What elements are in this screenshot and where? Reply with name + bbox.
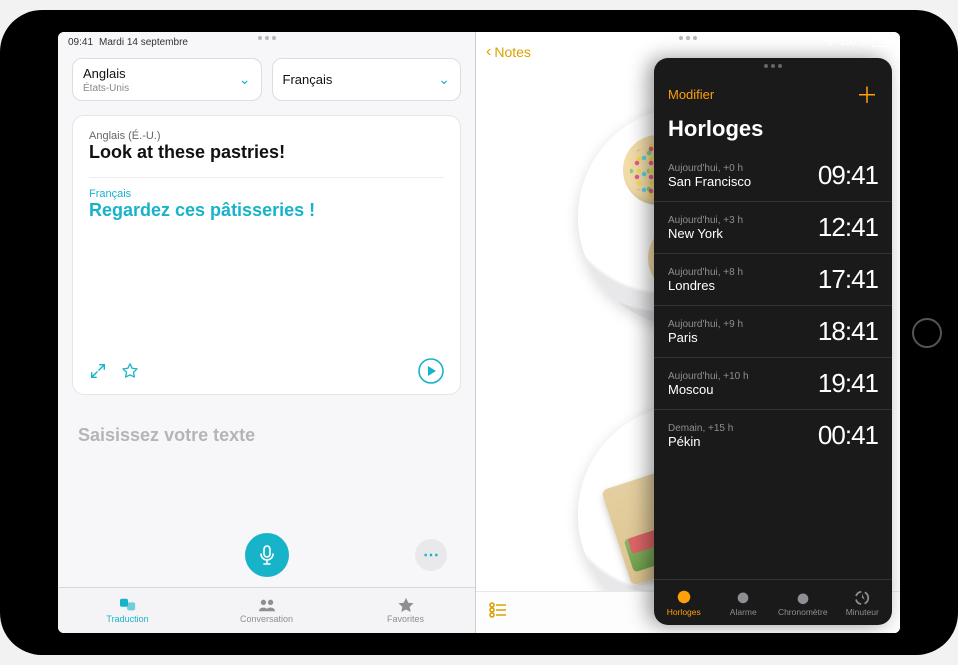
world-clock-row[interactable]: Aujourd'hui, +0 hSan Francisco 09:41 [654, 150, 892, 201]
world-clock-row[interactable]: Aujourd'hui, +9 hParis 18:41 [654, 305, 892, 357]
world-clock-row[interactable]: Demain, +15 hPékin 00:41 [654, 409, 892, 461]
tab-alarme[interactable]: Alarme [714, 580, 774, 625]
slideover-grabber-icon[interactable] [764, 64, 782, 68]
clock-tab-bar: Horloges Alarme Chronomètre Minuteur [654, 579, 892, 625]
favorite-star-icon[interactable] [121, 362, 139, 380]
language-selector-row: Anglais États-Unis ⌄ Français ⌄ [58, 32, 475, 111]
notes-back-label[interactable]: Notes [494, 44, 531, 60]
source-language-name: Anglais [83, 66, 126, 81]
checklist-icon[interactable] [488, 600, 508, 625]
source-language-region: États-Unis [83, 83, 129, 94]
chevron-down-icon: ⌄ [239, 71, 251, 88]
play-audio-button[interactable] [418, 358, 444, 384]
source-text[interactable]: Look at these pastries! [89, 142, 444, 171]
multitasking-dots-icon[interactable] [679, 36, 697, 40]
target-language-name: Français [283, 72, 333, 87]
tab-label: Favorites [387, 614, 424, 624]
clock-city: Moscou [668, 382, 749, 397]
world-clock-row[interactable]: Aujourd'hui, +8 hLondres 17:41 [654, 253, 892, 305]
tab-conversation[interactable]: Conversation [197, 588, 336, 633]
clock-offset: Demain, +15 h [668, 423, 733, 434]
tab-chronometre[interactable]: Chronomètre [773, 580, 833, 625]
clock-edit-button[interactable]: Modifier [668, 87, 714, 102]
clock-time: 18:41 [818, 316, 878, 347]
expand-icon[interactable] [89, 362, 107, 380]
multitasking-dots-icon[interactable] [258, 36, 276, 40]
clock-add-button[interactable]: ＋ [856, 78, 878, 110]
clock-city: Londres [668, 278, 743, 293]
home-button[interactable] [912, 318, 942, 348]
back-chevron-icon[interactable]: ‹ [486, 43, 491, 61]
translated-text: Regardez ces pâtisseries ! [89, 200, 444, 221]
microphone-button[interactable] [245, 533, 289, 577]
tab-label: Traduction [106, 614, 148, 624]
translation-card: Anglais (É.-U.) Look at these pastries! … [72, 115, 461, 395]
translate-app: Anglais États-Unis ⌄ Français ⌄ Anglais … [58, 32, 476, 633]
translate-tab-bar: Traduction Conversation Favorites [58, 587, 475, 633]
source-language-label: Anglais (É.-U.) [89, 130, 444, 142]
tab-label: Alarme [730, 607, 757, 617]
divider [89, 177, 444, 178]
clock-offset: Aujourd'hui, +9 h [668, 319, 743, 330]
input-placeholder: Saisissez votre texte [78, 425, 255, 445]
tab-favorites[interactable]: Favorites [336, 588, 475, 633]
target-language-label: Français [89, 188, 444, 200]
clock-city: Paris [668, 330, 743, 345]
clock-title: Horloges [654, 116, 892, 150]
clock-time: 19:41 [818, 368, 878, 399]
clock-time: 09:41 [818, 160, 878, 191]
tab-label: Minuteur [846, 607, 879, 617]
more-options-button[interactable]: ⋯ [415, 539, 447, 571]
world-clock-row[interactable]: Aujourd'hui, +3 hNew York 12:41 [654, 201, 892, 253]
clock-city: New York [668, 226, 743, 241]
clock-time: 17:41 [818, 264, 878, 295]
tab-label: Horloges [667, 607, 701, 617]
clock-offset: Aujourd'hui, +10 h [668, 371, 749, 382]
target-language-select[interactable]: Français ⌄ [272, 58, 462, 101]
clock-offset: Aujourd'hui, +8 h [668, 267, 743, 278]
tab-minuteur[interactable]: Minuteur [833, 580, 893, 625]
screen: 09:41 Mardi 14 septembre 100 % Anglais É… [58, 32, 900, 633]
tab-horloges[interactable]: Horloges [654, 580, 714, 625]
chevron-down-icon: ⌄ [438, 71, 450, 88]
tab-label: Chronomètre [778, 607, 828, 617]
clock-slideover: Modifier ＋ Horloges Aujourd'hui, +0 hSan… [654, 58, 892, 625]
clock-city: Pékin [668, 434, 733, 449]
tab-label: Conversation [240, 614, 293, 624]
world-clock-list[interactable]: Aujourd'hui, +0 hSan Francisco09:41Aujou… [654, 150, 892, 579]
clock-time: 12:41 [818, 212, 878, 243]
clock-city: San Francisco [668, 174, 751, 189]
tab-traduction[interactable]: Traduction [58, 588, 197, 633]
clock-offset: Aujourd'hui, +3 h [668, 215, 743, 226]
source-language-select[interactable]: Anglais États-Unis ⌄ [72, 58, 262, 101]
clock-time: 00:41 [818, 420, 878, 451]
clock-offset: Aujourd'hui, +0 h [668, 163, 751, 174]
world-clock-row[interactable]: Aujourd'hui, +10 hMoscou 19:41 [654, 357, 892, 409]
ipad-body: 09:41 Mardi 14 septembre 100 % Anglais É… [0, 10, 958, 655]
